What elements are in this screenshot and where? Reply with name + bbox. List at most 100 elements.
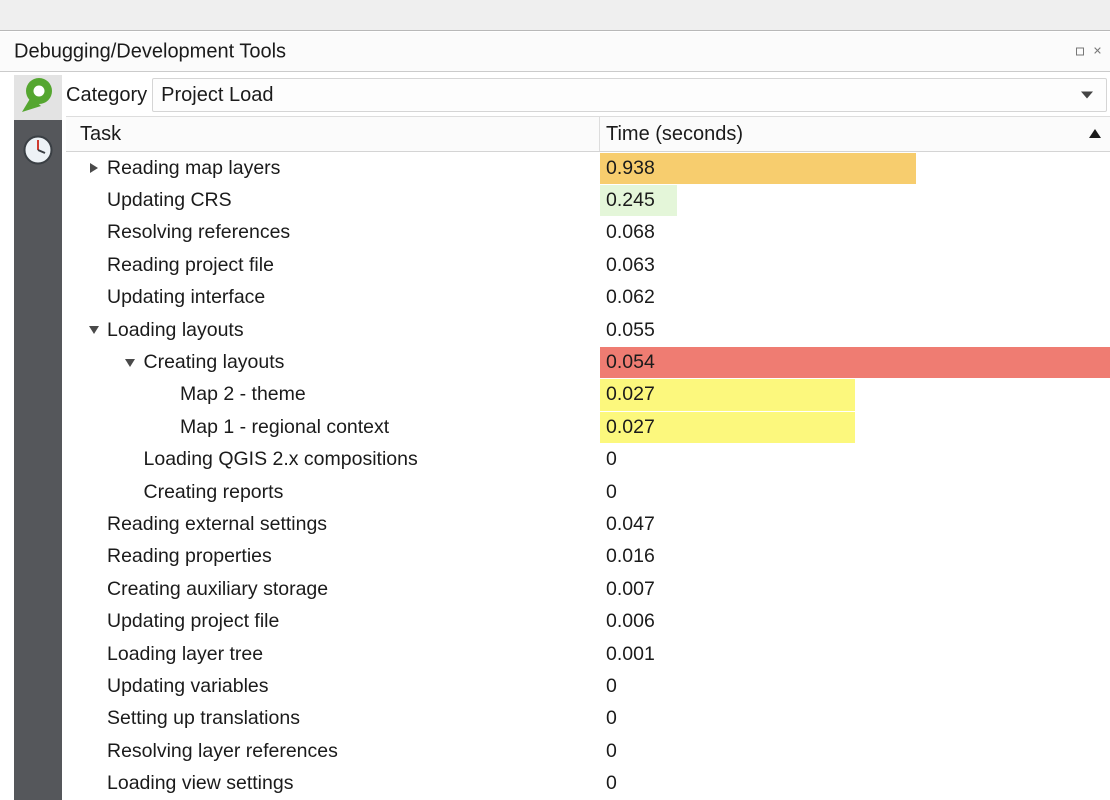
task-label: Creating layouts (144, 351, 285, 374)
table-row[interactable]: Loading layer tree 0.001 (66, 638, 1110, 670)
task-cell: Map 1 - regional context (66, 411, 600, 443)
time-value: 0 (600, 772, 617, 795)
task-label: Reading external settings (107, 513, 327, 536)
time-cell: 0.245 (600, 184, 1110, 216)
task-label: Reading properties (107, 545, 272, 568)
sidebar-tab-strip (14, 120, 62, 800)
task-cell: Reading properties (66, 541, 600, 573)
task-cell: Resolving references (66, 217, 600, 249)
table-row[interactable]: Updating variables 0 (66, 670, 1110, 702)
time-value: 0 (600, 481, 617, 504)
task-label: Updating project file (107, 610, 279, 633)
time-value: 0.938 (600, 157, 655, 180)
time-cell: 0.016 (600, 541, 1110, 573)
table-row[interactable]: Setting up translations 0 (66, 703, 1110, 735)
task-cell: Loading layouts (66, 314, 600, 346)
time-bar (600, 347, 1110, 378)
time-cell: 0.001 (600, 638, 1110, 670)
task-label: Loading view settings (107, 772, 293, 795)
table-row[interactable]: Map 2 - theme 0.027 (66, 379, 1110, 411)
table-row[interactable]: Updating project file 0.006 (66, 605, 1110, 637)
task-cell: Loading layer tree (66, 638, 600, 670)
column-header-task[interactable]: Task (66, 117, 600, 151)
time-value: 0.027 (600, 416, 655, 439)
expander-slot (80, 326, 107, 334)
expander-expanded-icon[interactable] (89, 326, 99, 334)
time-value: 0.006 (600, 610, 655, 633)
task-label: Creating auxiliary storage (107, 578, 328, 601)
sort-up-triangle-icon (1089, 129, 1101, 138)
task-label: Map 2 - theme (180, 383, 306, 406)
main-window-area (0, 0, 1110, 31)
float-panel-button[interactable] (1073, 45, 1086, 58)
task-cell: Resolving layer references (66, 735, 600, 767)
time-value: 0.016 (600, 545, 655, 568)
task-label: Creating reports (144, 481, 284, 504)
table-row[interactable]: Resolving layer references 0 (66, 735, 1110, 767)
table-row[interactable]: Reading external settings 0.047 (66, 508, 1110, 540)
time-value: 0.062 (600, 286, 655, 309)
time-value: 0 (600, 740, 617, 763)
table-row[interactable]: Updating CRS 0.245 (66, 184, 1110, 216)
time-cell: 0.062 (600, 282, 1110, 314)
time-cell: 0.006 (600, 605, 1110, 637)
table-row[interactable]: Reading map layers 0.938 (66, 152, 1110, 184)
task-label: Map 1 - regional context (180, 416, 389, 439)
category-label: Category (66, 84, 147, 107)
close-panel-button[interactable]: ✕ (1091, 45, 1104, 58)
task-cell: Creating auxiliary storage (66, 573, 600, 605)
task-label: Reading map layers (107, 157, 280, 180)
time-cell: 0 (600, 670, 1110, 702)
table-row[interactable]: Creating auxiliary storage 0.007 (66, 573, 1110, 605)
time-value: 0.063 (600, 254, 655, 277)
expander-slot (80, 163, 107, 173)
table-row[interactable]: Map 1 - regional context 0.027 (66, 411, 1110, 443)
expander-expanded-icon[interactable] (125, 359, 135, 367)
time-value: 0.055 (600, 319, 655, 342)
task-cell: Updating variables (66, 670, 600, 702)
profiler-table: Task Time (seconds) Reading map layers 0… (66, 116, 1110, 800)
task-cell: Loading view settings (66, 767, 600, 799)
time-value: 0.001 (600, 643, 655, 666)
sidebar-item-qgis-logo[interactable] (14, 75, 62, 120)
time-value: 0.245 (600, 189, 655, 212)
time-cell: 0.027 (600, 411, 1110, 443)
task-label: Setting up translations (107, 707, 300, 730)
time-cell: 0 (600, 444, 1110, 476)
table-row[interactable]: Loading QGIS 2.x compositions 0 (66, 444, 1110, 476)
expander-slot (117, 359, 144, 367)
task-label: Reading project file (107, 254, 274, 277)
task-label: Loading layer tree (107, 643, 263, 666)
expander-collapsed-icon[interactable] (90, 163, 98, 173)
time-value: 0.054 (600, 351, 655, 374)
time-cell: 0 (600, 476, 1110, 508)
time-cell: 0 (600, 703, 1110, 735)
table-row[interactable]: Creating reports 0 (66, 476, 1110, 508)
task-label: Updating CRS (107, 189, 232, 212)
task-cell: Updating project file (66, 605, 600, 637)
task-label: Loading QGIS 2.x compositions (144, 448, 418, 471)
time-cell: 0.068 (600, 217, 1110, 249)
task-label: Updating variables (107, 675, 269, 698)
column-header-time[interactable]: Time (seconds) (600, 117, 1110, 151)
table-row[interactable]: Updating interface 0.062 (66, 282, 1110, 314)
time-value: 0.027 (600, 383, 655, 406)
category-select[interactable]: Project Load (152, 78, 1107, 112)
table-row[interactable]: Resolving references 0.068 (66, 217, 1110, 249)
sidebar-item-profiler[interactable] (14, 129, 62, 175)
task-cell: Updating CRS (66, 184, 600, 216)
table-row[interactable]: Reading project file 0.063 (66, 249, 1110, 281)
time-value: 0.007 (600, 578, 655, 601)
qgis-logo-icon (18, 75, 58, 120)
table-row[interactable]: Loading layouts 0.055 (66, 314, 1110, 346)
time-value: 0.047 (600, 513, 655, 536)
category-row: Category Project Load (66, 74, 1110, 116)
time-header-label: Time (seconds) (606, 123, 743, 146)
task-cell: Loading QGIS 2.x compositions (66, 444, 600, 476)
table-row[interactable]: Loading view settings 0 (66, 767, 1110, 799)
time-value: 0.068 (600, 221, 655, 244)
table-row[interactable]: Creating layouts 0.054 (66, 346, 1110, 378)
clock-icon (20, 132, 56, 173)
table-row[interactable]: Reading properties 0.016 (66, 541, 1110, 573)
task-label: Resolving references (107, 221, 290, 244)
